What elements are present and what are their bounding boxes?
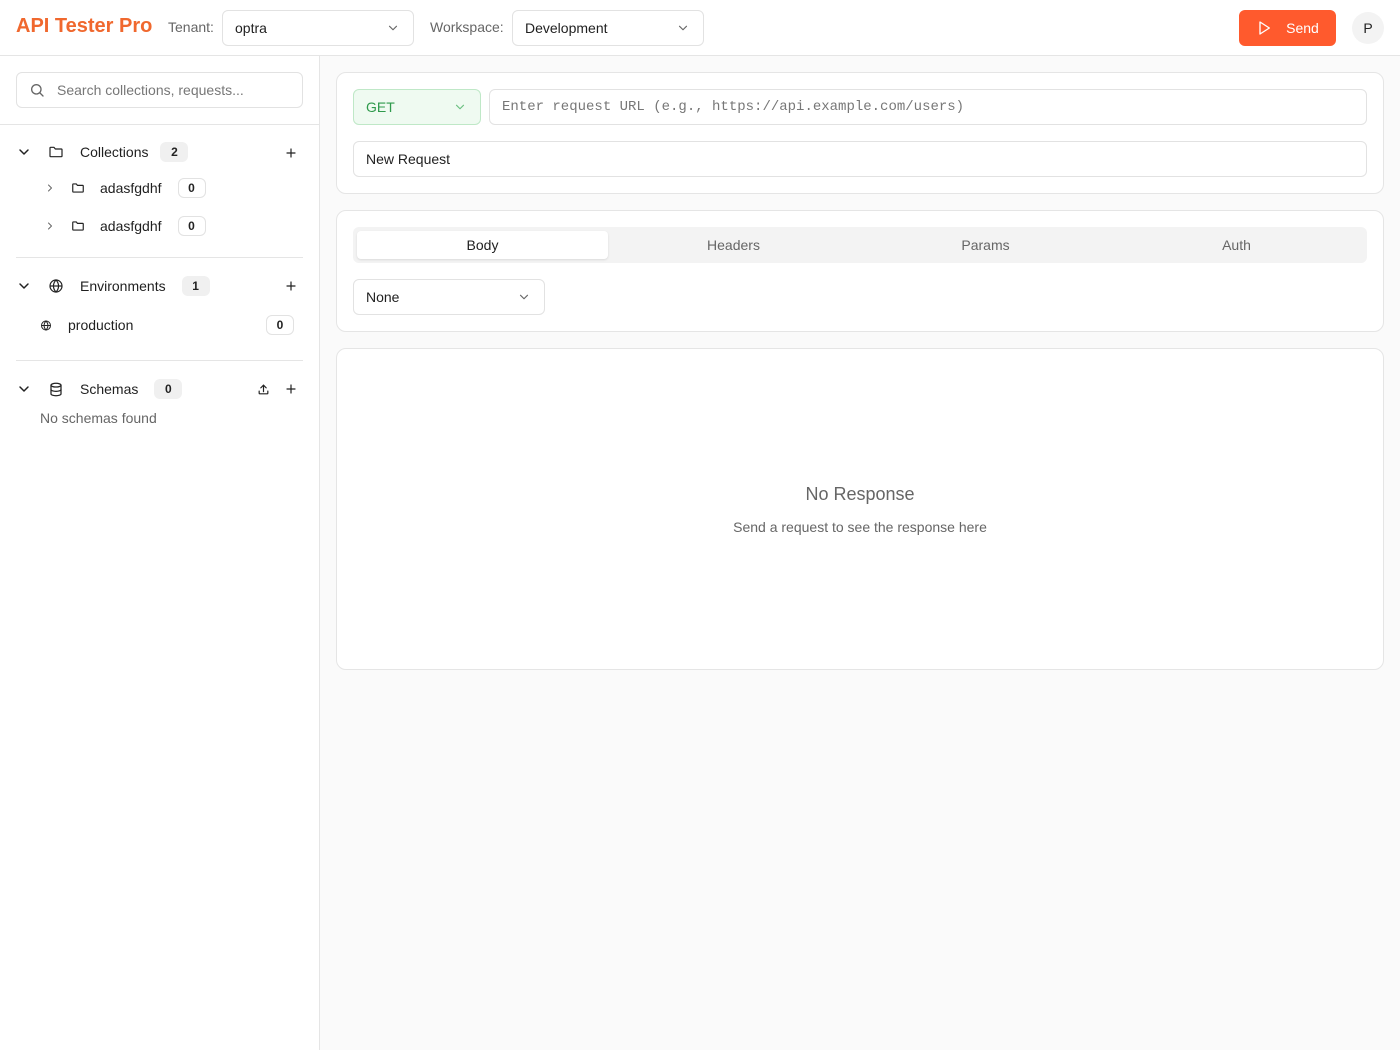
globe-icon [40,319,52,332]
environment-item[interactable]: production [40,315,133,335]
chevron-down-icon [516,289,532,305]
no-response-subtitle: Send a request to see the response here [733,519,987,535]
collections-section-header[interactable]: Collections 2 [16,142,189,162]
send-button[interactable]: Send [1239,10,1336,46]
schemas-label: Schemas [80,381,139,397]
url-placeholder: Enter request URL (e.g., https://api.exa… [502,99,965,115]
workspace-select-value: Development [525,20,608,36]
sidebar: Search collections, requests... Collecti… [0,56,320,1050]
folder-icon [70,219,86,233]
no-response-title: No Response [805,484,915,504]
send-button-label: Send [1286,20,1319,36]
schemas-count-badge: 0 [154,379,183,399]
body-type-select[interactable]: None [353,279,545,315]
app-title: API Tester Pro [16,15,153,37]
globe-icon [48,277,64,295]
request-name-input[interactable]: New Request [353,141,1367,177]
search-placeholder: Search collections, requests... [57,82,244,98]
environment-name: production [68,317,134,333]
top-bar: API Tester Pro Tenant: optra Workspace: … [0,0,1400,56]
schemas-empty-text: No schemas found [40,410,157,426]
database-icon [48,381,64,398]
collections-label: Collections [80,144,149,160]
tenant-label: Tenant: [168,19,214,35]
add-schema-icon[interactable] [283,381,299,397]
divider [16,257,303,258]
environments-label: Environments [80,278,166,294]
collection-count-badge: 0 [177,216,206,236]
body-type-value: None [366,289,400,305]
collection-item[interactable]: adasfgdhf 0 [42,178,206,198]
url-input[interactable]: Enter request URL (e.g., https://api.exa… [489,89,1367,125]
schemas-section-header[interactable]: Schemas 0 [16,379,183,399]
response-panel: No Response Send a request to see the re… [336,348,1384,670]
chevron-down-icon[interactable] [16,144,32,160]
method-select[interactable]: GET [353,89,481,125]
chevron-right-icon[interactable] [42,220,58,232]
request-options-card: Body Headers Params Auth None [336,210,1384,332]
folder-icon [70,181,86,195]
environments-section-header[interactable]: Environments 1 [16,276,210,296]
tab-headers[interactable]: Headers [608,231,859,259]
collection-item[interactable]: adasfgdhf 0 [42,216,206,236]
chevron-down-icon[interactable] [16,381,32,397]
divider [16,360,303,361]
chevron-down-icon [675,20,691,36]
search-input[interactable]: Search collections, requests... [16,72,303,108]
tab-body[interactable]: Body [357,231,608,259]
tenant-select-value: optra [235,20,267,36]
collection-name: adasfgdhf [100,218,162,234]
request-tabs: Body Headers Params Auth [353,227,1367,263]
folder-icon [48,143,64,161]
environment-count-badge: 0 [266,315,294,335]
divider [0,124,320,125]
avatar[interactable]: P [1352,12,1384,44]
add-collection-icon[interactable] [283,145,299,161]
collection-count-badge: 0 [177,178,206,198]
request-card: GET Enter request URL (e.g., https://api… [336,72,1384,194]
workspace-select[interactable]: Development [512,10,704,46]
chevron-right-icon[interactable] [42,182,58,194]
method-value: GET [366,99,395,115]
tab-auth[interactable]: Auth [1111,231,1362,259]
search-icon [29,82,45,98]
add-environment-icon[interactable] [283,278,299,294]
workspace-label: Workspace: [430,19,504,35]
chevron-down-icon[interactable] [16,278,32,294]
upload-icon[interactable] [255,381,271,397]
tab-params[interactable]: Params [860,231,1111,259]
request-name-value: New Request [366,151,451,167]
chevron-down-icon [385,20,401,36]
environments-count-badge: 1 [181,276,210,296]
tenant-select[interactable]: optra [222,10,414,46]
collections-count-badge: 2 [160,142,189,162]
play-icon [1256,20,1272,36]
collection-name: adasfgdhf [100,180,162,196]
chevron-down-icon [452,99,468,115]
